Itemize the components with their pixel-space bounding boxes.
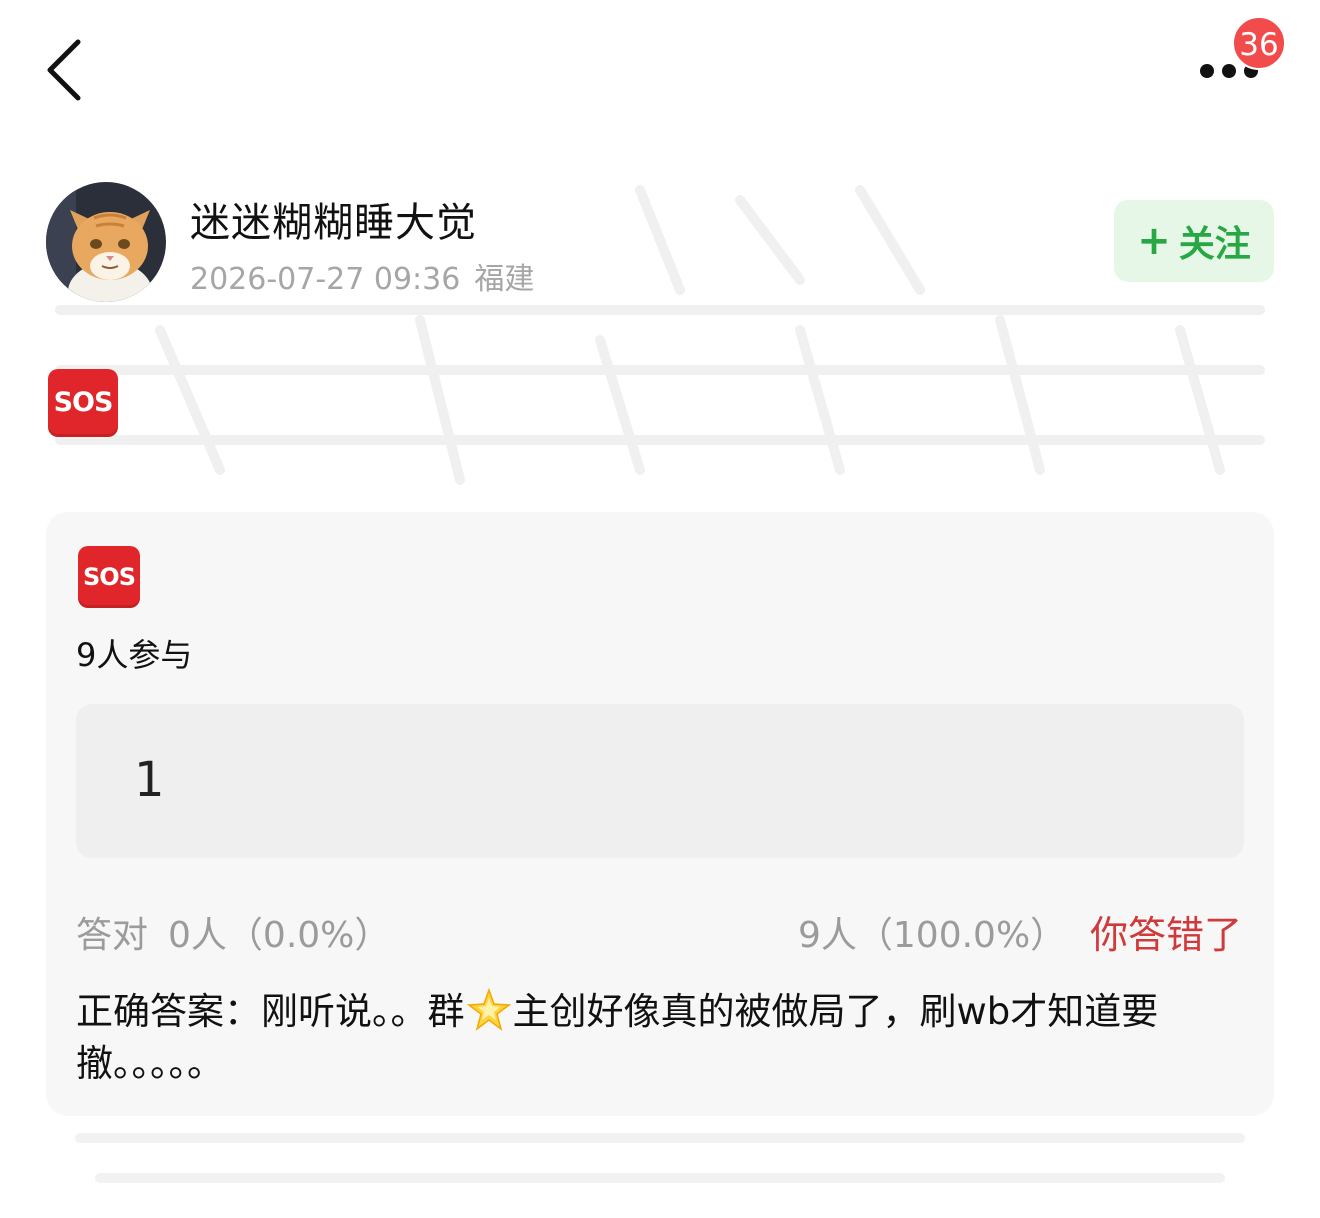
correct-label: 答对 [76, 915, 149, 956]
more-dot [1222, 64, 1236, 78]
sos-icon: SOS [78, 546, 140, 608]
glowing-star-icon [466, 988, 511, 1031]
correct-answer: 正确答案：刚听说。。群 主创好像真的被做局了，刷wb才知道要撤。。。。。 [76, 986, 1246, 1090]
sos-icon: SOS [48, 369, 118, 437]
chevron-left-icon [47, 39, 81, 101]
quiz-option[interactable]: 1 [76, 704, 1244, 858]
back-button[interactable] [40, 36, 90, 106]
participant-count: 9人参与 [76, 636, 193, 674]
quiz-option-label: 1 [134, 752, 165, 808]
author-name[interactable]: 迷迷糊糊睡大觉 [190, 190, 477, 248]
wrong-stat: 9人（100.0%） [798, 915, 1067, 956]
plus-icon: + [1137, 218, 1171, 264]
follow-label: 关注 [1178, 224, 1251, 265]
post-timestamp: 2026-07-27 09:36 [190, 262, 461, 297]
post-meta: 2026-07-27 09:36 福建 [190, 254, 534, 298]
result-text: 你答错了 [1090, 913, 1243, 957]
avatar[interactable] [46, 182, 166, 302]
background-watermark-bottom [75, 1133, 1245, 1183]
post-detail-page: 36 迷迷糊糊睡大觉 2026-07-27 09:36 福建 + 关注 SOS S… [0, 0, 1320, 1218]
more-dots-icon [1200, 64, 1214, 78]
correct-count: 0人（0.0%） [168, 915, 391, 956]
cat-avatar-image [46, 182, 166, 302]
correct-stat: 答对 0人（0.0%） [76, 906, 390, 958]
answer-text-start: 正确答案：刚听说。。群 [76, 990, 465, 1033]
post-location: 福建 [474, 262, 535, 297]
notification-badge: 36 [1232, 16, 1286, 70]
follow-button[interactable]: + 关注 [1114, 200, 1274, 282]
